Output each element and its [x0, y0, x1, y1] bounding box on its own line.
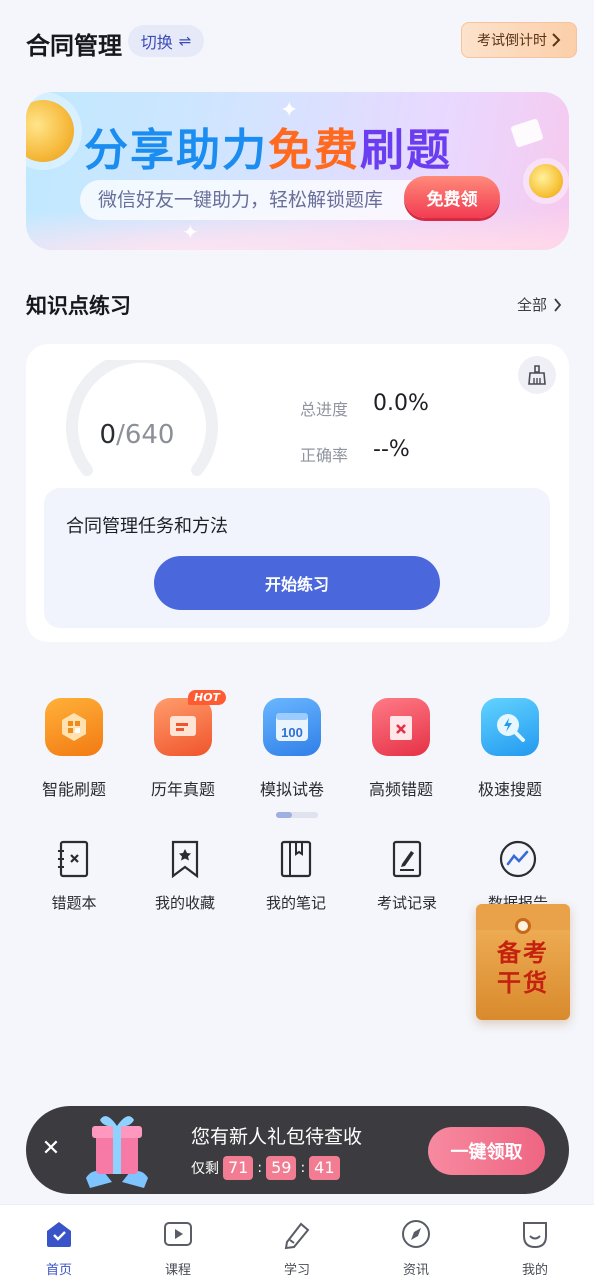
tool-label: 错题本 — [51, 894, 97, 912]
topic-box: 合同管理任务和方法 开始练习 — [44, 488, 550, 628]
study-icon — [280, 1217, 314, 1251]
share-promo-banner[interactable]: ✦ ✦ 分享助力免费刷题 微信好友一键助力，轻松解锁题库 免费领 — [26, 92, 569, 250]
view-all-link[interactable]: 全部 — [517, 294, 562, 315]
feature-label: 智能刷题 — [41, 780, 106, 799]
done-count: 0 — [99, 420, 117, 450]
exam-countdown-button[interactable]: 考试倒计时 — [461, 22, 577, 58]
coin-illustration — [529, 164, 563, 198]
envelope-text: 备考 干货 — [486, 938, 560, 998]
mock-paper-icon: 100 — [263, 698, 321, 756]
gift-countdown: 仅剩 71 : 59 : 41 — [191, 1156, 340, 1180]
nav-profile[interactable]: 我的 — [495, 1217, 575, 1278]
feature-label: 极速搜题 — [477, 780, 542, 799]
feature-label: 高频错题 — [368, 780, 433, 799]
nav-label: 首页 — [45, 1263, 72, 1278]
tool-label: 考试记录 — [376, 894, 437, 912]
news-icon — [399, 1217, 433, 1251]
feature-smart-practice[interactable]: 智能刷题 — [24, 696, 124, 806]
nav-label: 我的 — [521, 1263, 548, 1278]
view-all-label: 全部 — [517, 296, 548, 314]
chevron-right-icon — [554, 297, 562, 312]
feature-quick-search[interactable]: 极速搜题 — [460, 696, 560, 806]
bottom-navigation: 首页 课程 学习 资讯 我的 — [0, 1204, 594, 1280]
envelope-line1: 备考 — [497, 939, 549, 967]
feature-label: 模拟试卷 — [259, 780, 324, 799]
home-icon — [42, 1217, 76, 1251]
bookmark-icon — [165, 838, 205, 880]
quick-search-icon — [481, 698, 539, 756]
tool-wrong-book[interactable]: 错题本 — [24, 838, 124, 913]
nav-home[interactable]: 首页 — [19, 1217, 99, 1278]
tool-bookmark[interactable]: 我的收藏 — [135, 838, 235, 913]
hours-box: 71 — [223, 1156, 254, 1180]
frequent-errors-icon — [372, 698, 430, 756]
progress-label: 总进度 — [300, 400, 349, 419]
nav-study[interactable]: 学习 — [257, 1217, 337, 1278]
nav-label: 课程 — [164, 1263, 191, 1278]
profile-icon — [518, 1217, 552, 1251]
feature-past-exams[interactable]: HOT 历年真题 — [133, 690, 233, 806]
page-title: 合同管理 — [26, 32, 122, 60]
gift-box-illustration — [86, 1116, 148, 1188]
notebook-icon — [276, 838, 316, 880]
start-practice-button[interactable]: 开始练习 — [154, 556, 440, 610]
course-icon — [161, 1217, 195, 1251]
tool-notes[interactable]: 我的笔记 — [246, 838, 346, 913]
exam-record-icon — [387, 838, 427, 880]
past-exams-icon: HOT — [154, 690, 227, 756]
practice-card: 0/640 总进度 0.0% 正确率 --% 合同管理任务和方法 开始练习 — [26, 344, 569, 642]
nav-course[interactable]: 课程 — [138, 1217, 218, 1278]
time-colon: : — [257, 1160, 263, 1176]
gift-message: 您有新人礼包待查收 — [191, 1126, 363, 1148]
nav-label: 学习 — [283, 1263, 310, 1278]
countdown-label: 考试倒计时 — [477, 33, 547, 49]
switch-subject-button[interactable]: 切换 ⇌ — [128, 25, 204, 57]
smart-practice-icon — [45, 698, 103, 756]
clear-record-button[interactable] — [518, 356, 556, 394]
svg-text:100: 100 — [281, 725, 303, 740]
page-indicator — [276, 812, 318, 818]
minutes-box: 59 — [266, 1156, 297, 1180]
switch-label: 切换 — [140, 33, 173, 52]
chevron-right-icon — [552, 33, 561, 47]
hot-badge: HOT — [188, 690, 227, 705]
coin-illustration — [26, 100, 74, 162]
seconds-box: 41 — [309, 1156, 340, 1180]
progress-count: 0/640 — [62, 420, 212, 450]
feature-label: 历年真题 — [150, 780, 215, 799]
close-icon[interactable]: ✕ — [40, 1136, 62, 1161]
envelope-seal — [515, 918, 531, 934]
progress-value: 0.0% — [373, 391, 429, 416]
broom-icon — [528, 365, 546, 385]
study-materials-envelope[interactable]: 备考 干货 — [476, 904, 570, 1020]
total-count: /640 — [116, 420, 175, 450]
tool-label: 我的收藏 — [154, 894, 215, 912]
time-colon: : — [300, 1160, 306, 1176]
sparkle-icon: ✦ — [182, 220, 199, 244]
feature-mock-paper[interactable]: 100 模拟试卷 — [242, 696, 342, 806]
nav-label: 资讯 — [402, 1263, 429, 1278]
tool-label: 我的笔记 — [265, 894, 326, 912]
accuracy-value: --% — [373, 437, 410, 462]
feature-frequent-errors[interactable]: 高频错题 — [351, 696, 451, 806]
banner-headline: 分享助力免费刷题 — [84, 125, 452, 176]
page-indicator-active — [276, 812, 292, 818]
swap-icon: ⇌ — [178, 32, 192, 50]
envelope-line2: 干货 — [497, 969, 549, 997]
tool-data-report[interactable]: 数据报告 — [468, 838, 568, 913]
nav-news[interactable]: 资讯 — [376, 1217, 456, 1278]
accuracy-label: 正确率 — [300, 446, 349, 465]
remain-label: 仅剩 — [191, 1161, 219, 1177]
wrong-book-icon — [54, 838, 94, 880]
claim-gift-button[interactable]: 一键领取 — [428, 1127, 545, 1175]
tool-exam-record[interactable]: 考试记录 — [357, 838, 457, 913]
free-claim-button[interactable]: 免费领 — [404, 176, 500, 218]
book-illustration — [510, 118, 544, 148]
newcomer-gift-bar: ✕ 您有新人礼包待查收 仅剩 71 : 59 : 41 一键领取 — [26, 1106, 569, 1194]
section-title: 知识点练习 — [26, 294, 131, 318]
data-report-icon — [498, 838, 538, 880]
header: 合同管理 切换 ⇌ 考试倒计时 — [0, 0, 594, 80]
topic-name: 合同管理任务和方法 — [66, 516, 228, 537]
